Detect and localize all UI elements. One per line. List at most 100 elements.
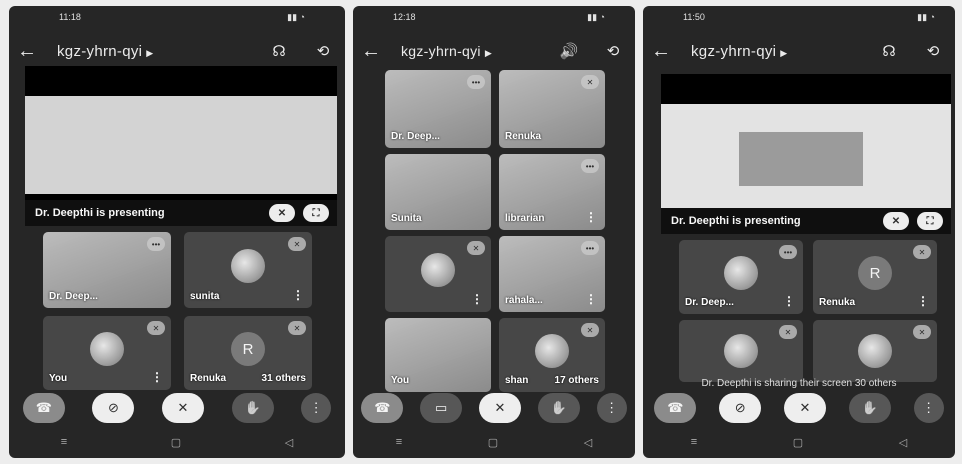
- end-call-button[interactable]: ☎: [22, 393, 65, 423]
- fullscreen-icon[interactable]: ⛶: [917, 212, 943, 230]
- meeting-code-title[interactable]: kgz-yhrn-qyi ▶: [389, 43, 547, 59]
- back-arrow-icon[interactable]: ←: [9, 40, 45, 63]
- participant-tile[interactable]: ✕: [813, 320, 937, 382]
- headphones-icon[interactable]: ☊: [257, 42, 301, 60]
- participant-tile[interactable]: ✕ sunita ⋮: [184, 232, 312, 308]
- shared-document: [661, 104, 951, 208]
- recents-icon[interactable]: ≡: [396, 436, 402, 454]
- camera-button[interactable]: ▭: [420, 393, 463, 423]
- presentation-view[interactable]: Dr. Deepthi is presenting ✕ ⛶: [25, 66, 337, 226]
- participant-name: Renuka: [819, 297, 856, 308]
- participant-name: sunita: [190, 291, 220, 302]
- presenting-label: Dr. Deepthi is presenting: [671, 215, 801, 227]
- participant-tile[interactable]: ••• Dr. Deep...: [43, 232, 171, 308]
- participant-tile[interactable]: ••• librarian ⋮: [499, 154, 605, 230]
- mic-off-button[interactable]: ✕: [783, 393, 826, 423]
- meeting-code-title[interactable]: kgz-yhrn-qyi ▶: [45, 43, 257, 60]
- more-options-icon[interactable]: ⋮: [917, 294, 929, 308]
- back-arrow-icon[interactable]: ←: [353, 40, 389, 63]
- participant-tile[interactable]: ✕: [679, 320, 803, 382]
- mic-off-icon: ✕: [147, 321, 165, 335]
- mic-off-icon: ✕: [581, 75, 599, 89]
- meeting-header: ← kgz-yhrn-qyi ▶ ☊ ⟲: [9, 36, 345, 66]
- switch-camera-icon[interactable]: ⟲: [301, 42, 345, 60]
- participant-name: You: [49, 373, 68, 384]
- participant-tile[interactable]: ••• Dr. Deep...: [385, 70, 491, 148]
- participant-name: rahala...: [505, 295, 543, 306]
- more-options-button[interactable]: ⋮: [596, 393, 627, 423]
- camera-off-button[interactable]: ⊘: [719, 393, 762, 423]
- call-controls: ☎ ▭ ✕ ✋ ⋮: [353, 388, 635, 428]
- meeting-header: ← kgz-yhrn-qyi ▶ ☊ ⟲: [643, 36, 955, 66]
- more-options-icon[interactable]: ⋮: [585, 292, 597, 306]
- mic-off-button[interactable]: ✕: [161, 393, 204, 423]
- more-options-button[interactable]: ⋮: [913, 393, 944, 423]
- participant-tile[interactable]: ••• rahala... ⋮: [499, 236, 605, 312]
- participant-tile[interactable]: You: [385, 318, 491, 392]
- back-nav-icon[interactable]: ◁: [899, 436, 907, 454]
- back-nav-icon[interactable]: ◁: [285, 436, 293, 454]
- home-icon[interactable]: ▢: [171, 436, 181, 454]
- participant-name: shan: [505, 375, 529, 386]
- audio-level-icon: •••: [581, 159, 599, 173]
- meeting-code-title[interactable]: kgz-yhrn-qyi ▶: [679, 43, 867, 60]
- end-call-button[interactable]: ☎: [654, 393, 697, 423]
- avatar: [724, 334, 758, 368]
- recents-icon[interactable]: ≡: [691, 436, 697, 454]
- mic-off-icon[interactable]: ✕: [269, 204, 295, 222]
- participant-name: librarian: [505, 213, 545, 224]
- phone-screen-3: 11:50 ▮▮ ◔ ← kgz-yhrn-qyi ▶ ☊ ⟲ Dr. Deept…: [643, 6, 955, 458]
- participant-name: Dr. Deep...: [685, 297, 734, 308]
- raise-hand-button[interactable]: ✋: [231, 393, 274, 423]
- presenting-bar: Dr. Deepthi is presenting ✕ ⛶: [661, 208, 951, 234]
- recents-icon[interactable]: ≡: [61, 436, 67, 454]
- others-count[interactable]: 17 others: [555, 375, 599, 386]
- participant-tile[interactable]: ••• Dr. Deep... ⋮: [679, 240, 803, 314]
- presenting-label: Dr. Deepthi is presenting: [35, 207, 165, 219]
- participant-tile[interactable]: Sunita: [385, 154, 491, 230]
- mic-off-button[interactable]: ✕: [478, 393, 521, 423]
- presentation-view[interactable]: Dr. Deepthi is presenting ✕ ⛶: [661, 74, 951, 234]
- others-count[interactable]: 31 others: [262, 373, 306, 384]
- presenting-bar: Dr. Deepthi is presenting ✕ ⛶: [25, 200, 337, 226]
- participant-tile[interactable]: ✕ ⋮: [385, 236, 491, 312]
- mic-off-icon: ✕: [913, 245, 931, 259]
- switch-camera-icon[interactable]: ⟲: [911, 42, 955, 60]
- more-options-icon[interactable]: ⋮: [292, 288, 304, 302]
- audio-level-icon: •••: [147, 237, 165, 251]
- home-icon[interactable]: ▢: [793, 436, 803, 454]
- back-arrow-icon[interactable]: ←: [643, 40, 679, 63]
- participant-tile[interactable]: ✕ shan 17 others: [499, 318, 605, 392]
- avatar: [724, 256, 758, 291]
- android-nav-bar: ≡ ▢ ◁: [353, 436, 635, 454]
- headphones-icon[interactable]: ☊: [867, 42, 911, 60]
- android-nav-bar: ≡ ▢ ◁: [643, 436, 955, 454]
- end-call-button[interactable]: ☎: [361, 393, 404, 423]
- mic-off-icon[interactable]: ✕: [883, 212, 909, 230]
- phone-screen-2: 12:18 ▮▮ ◔ ← kgz-yhrn-qyi ▶ 🔊 ⟲ ••• Dr. D…: [353, 6, 635, 458]
- status-icons: ▮▮ ◔: [917, 12, 935, 22]
- participant-tile[interactable]: R ✕ Renuka 31 others: [184, 316, 312, 390]
- status-bar: 11:18 ▮▮ ◔: [9, 12, 345, 28]
- participant-tile[interactable]: ✕ You ⋮: [43, 316, 171, 390]
- home-icon[interactable]: ▢: [488, 436, 498, 454]
- participant-tile[interactable]: ✕ Renuka: [499, 70, 605, 148]
- more-options-icon[interactable]: ⋮: [151, 370, 163, 384]
- raise-hand-button[interactable]: ✋: [848, 393, 891, 423]
- status-icons: ▮▮ ◔: [587, 12, 605, 22]
- more-options-icon[interactable]: ⋮: [783, 294, 795, 308]
- meeting-header: ← kgz-yhrn-qyi ▶ 🔊 ⟲: [353, 36, 635, 66]
- back-nav-icon[interactable]: ◁: [584, 436, 592, 454]
- avatar: [421, 253, 455, 288]
- raise-hand-button[interactable]: ✋: [537, 393, 580, 423]
- fullscreen-icon[interactable]: ⛶: [303, 204, 329, 222]
- status-icons: ▮▮ ◔: [287, 12, 305, 22]
- more-options-button[interactable]: ⋮: [301, 393, 332, 423]
- more-options-icon[interactable]: ⋮: [585, 210, 597, 224]
- call-controls: ☎ ⊘ ✕ ✋ ⋮: [643, 388, 955, 428]
- camera-off-button[interactable]: ⊘: [92, 393, 135, 423]
- participant-tile[interactable]: R ✕ Renuka ⋮: [813, 240, 937, 314]
- switch-camera-icon[interactable]: ⟲: [591, 42, 635, 60]
- more-options-icon[interactable]: ⋮: [471, 292, 483, 306]
- speaker-icon[interactable]: 🔊: [547, 42, 591, 60]
